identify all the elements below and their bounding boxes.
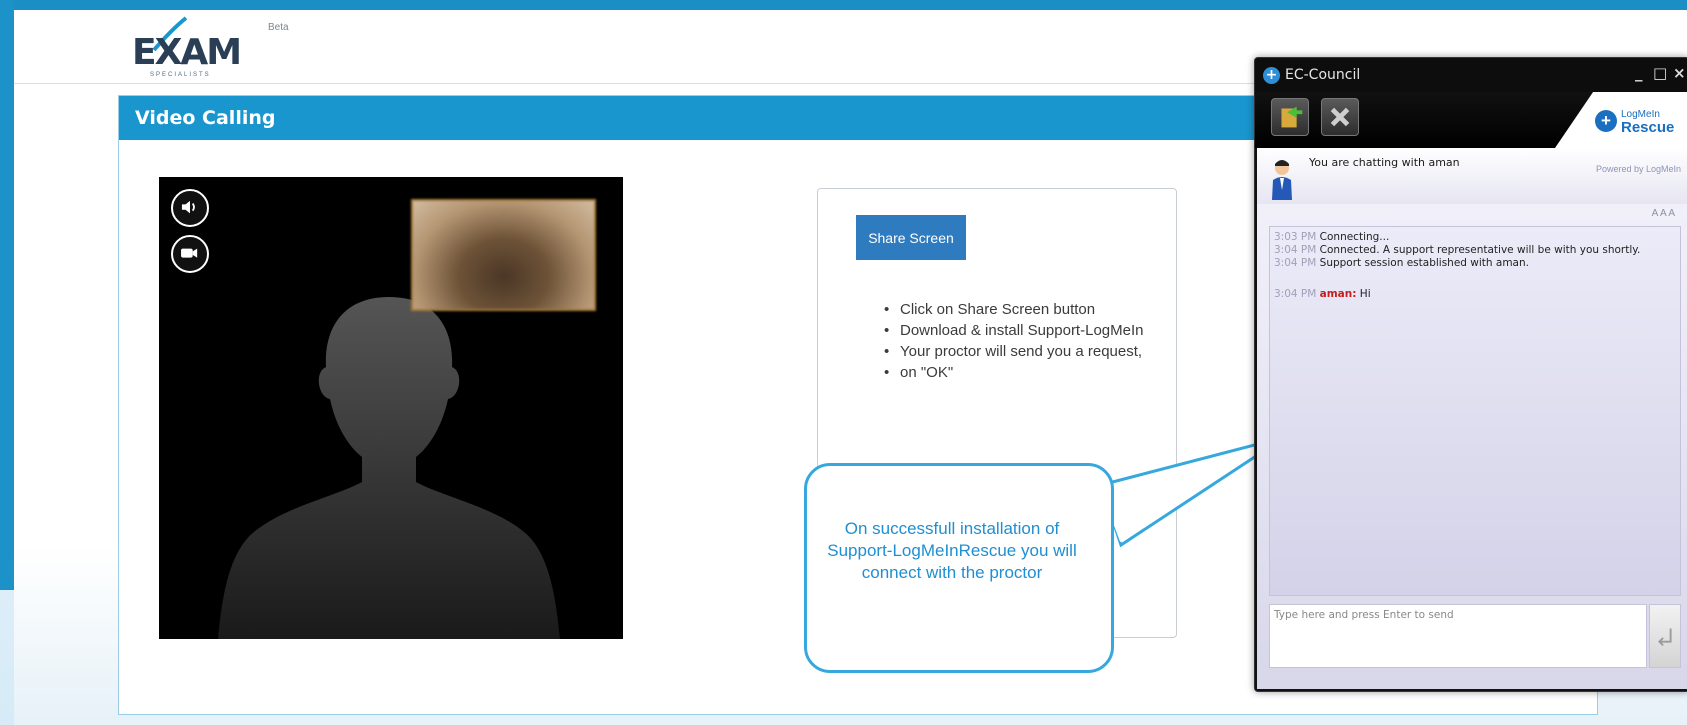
chat-log: 3:03 PM Connecting... 3:04 PM Connected.…	[1269, 226, 1681, 596]
brand-logo-text: LogMeIn Rescue	[1621, 106, 1687, 136]
message-text: Hi	[1359, 288, 1371, 300]
video-toggle-button[interactable]	[171, 235, 209, 273]
user-avatar-icon	[1272, 160, 1292, 200]
message-text: Support session established with aman.	[1319, 257, 1529, 269]
maximize-button[interactable]: □	[1653, 64, 1667, 82]
exam-specialists-logo[interactable]: EXAM Beta SPECIALISTS	[118, 14, 289, 80]
brand-bottom: Rescue	[1621, 119, 1675, 136]
speaker-icon	[181, 200, 195, 214]
message-text: Connected. A support representative will…	[1319, 244, 1641, 256]
logmein-app-icon: +	[1263, 67, 1280, 84]
message-text: Connecting...	[1319, 231, 1390, 243]
page: EXAM Beta SPECIALISTS Video Calling Shar…	[14, 10, 1687, 725]
share-screen-button[interactable]: Share Screen	[856, 215, 966, 260]
close-button[interactable]: ×	[1673, 64, 1686, 82]
message-sender: aman:	[1319, 288, 1357, 300]
chat-body: You are chatting with aman Powered by Lo…	[1257, 148, 1687, 689]
message-time: 3:04 PM	[1274, 288, 1317, 300]
left-border	[0, 0, 14, 590]
file-transfer-icon	[1281, 106, 1303, 128]
chat-header: You are chatting with aman Powered by Lo…	[1257, 148, 1687, 204]
chat-message: 3:04 PM Support session established with…	[1274, 257, 1676, 270]
logo-word: EXAM	[132, 32, 242, 73]
chat-message-input[interactable]: Type here and press Enter to send	[1269, 604, 1647, 668]
callout-text: On successfull installation of Support-L…	[827, 519, 1077, 582]
camera-icon	[181, 248, 198, 258]
message-time: 3:03 PM	[1274, 231, 1317, 243]
transfer-file-button[interactable]	[1271, 98, 1309, 136]
video-feed	[159, 177, 623, 639]
send-button[interactable]	[1649, 604, 1681, 668]
chat-message: 3:04 PM aman: Hi	[1274, 288, 1676, 301]
step-item: Your proctor will send you a request,	[884, 341, 1176, 362]
audio-toggle-button[interactable]	[171, 189, 209, 227]
installation-callout: On successfull installation of Support-L…	[804, 463, 1114, 673]
chat-window-title: EC-Council	[1285, 67, 1361, 83]
message-time: 3:04 PM	[1274, 257, 1317, 269]
message-time: 3:04 PM	[1274, 244, 1317, 256]
close-x-icon	[1330, 107, 1350, 127]
logo-subtitle: SPECIALISTS	[150, 72, 211, 78]
logmein-plus-icon: +	[1595, 110, 1617, 132]
top-border	[0, 0, 1687, 10]
step-item: Click on Share Screen button	[884, 299, 1176, 320]
enter-icon	[1658, 628, 1672, 647]
instructions-list: Click on Share Screen button Download & …	[884, 299, 1176, 383]
self-view-thumbnail	[411, 199, 596, 311]
end-session-button[interactable]	[1321, 98, 1359, 136]
font-size-control[interactable]: A A A	[1652, 208, 1675, 219]
powered-by-label: Powered by LogMeIn	[1595, 164, 1681, 174]
logmein-chat-window: + EC-Council _ □ × + LogMeIn Rescue You …	[1254, 57, 1687, 692]
step-item: Download & install Support-LogMeIn	[884, 320, 1176, 341]
chat-titlebar: + EC-Council _ □ ×	[1255, 58, 1687, 92]
minimize-button[interactable]: _	[1635, 64, 1643, 82]
logo-beta: Beta	[268, 22, 289, 33]
person-silhouette	[218, 297, 560, 639]
chat-message: 3:03 PM Connecting...	[1274, 231, 1676, 244]
chat-message: 3:04 PM Connected. A support representat…	[1274, 244, 1676, 257]
chatting-with-label: You are chatting with aman	[1309, 156, 1460, 169]
step-item-continued: on "OK"	[884, 362, 1176, 383]
